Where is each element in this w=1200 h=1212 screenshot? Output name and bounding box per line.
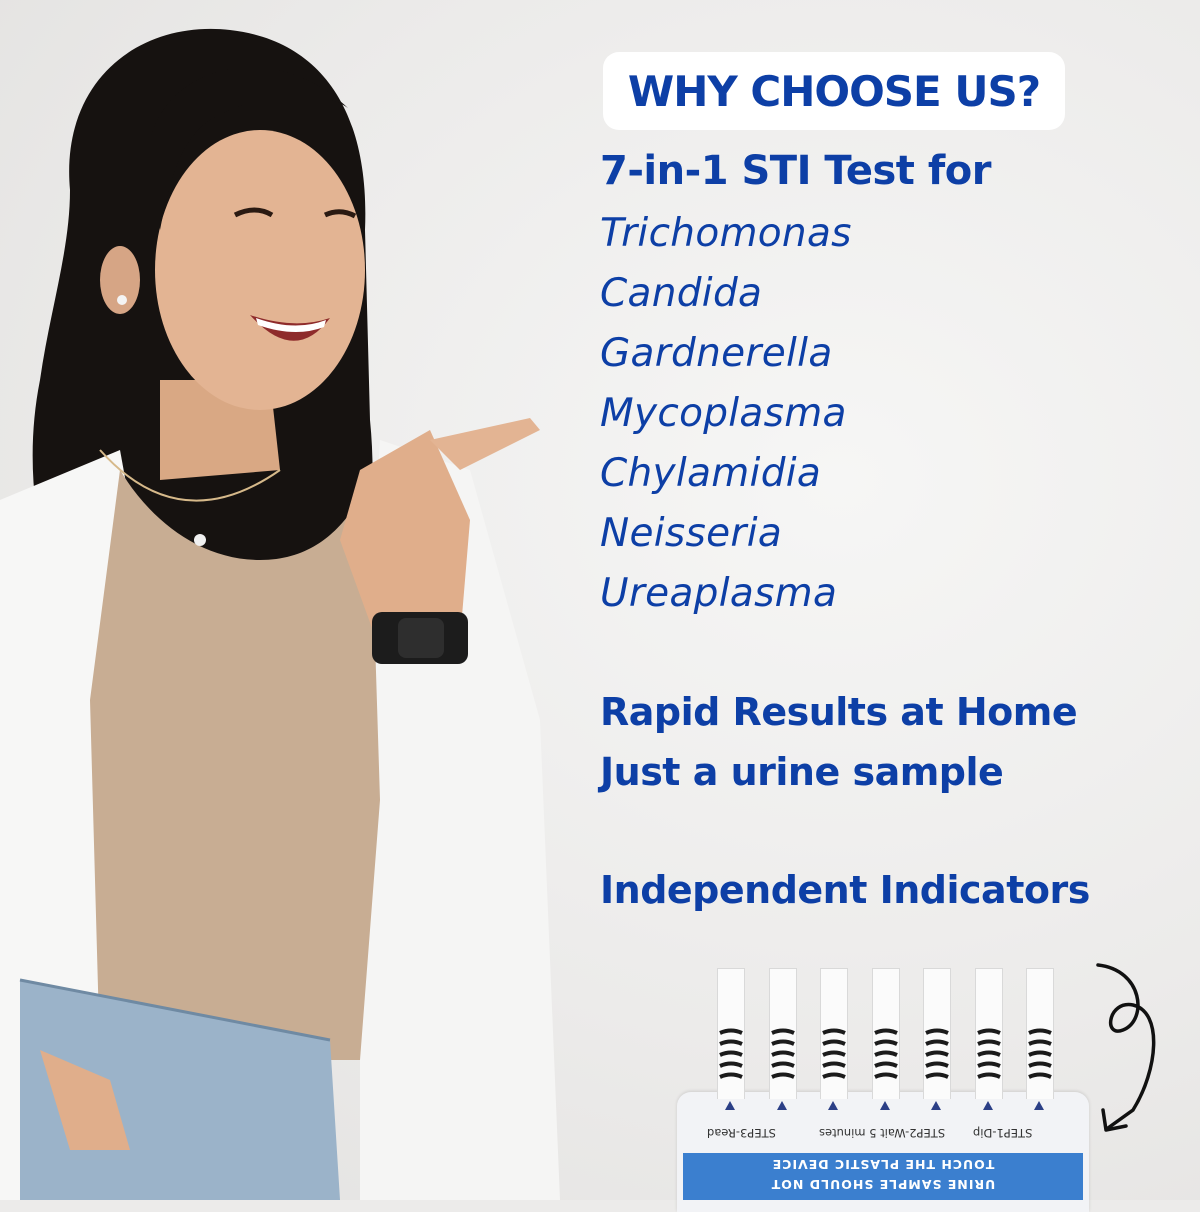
- list-item: Neisseria: [600, 511, 783, 556]
- test-strip: [1026, 968, 1054, 1099]
- headline-pill: WHY CHOOSE US?: [603, 52, 1065, 130]
- feature-urine-sample: Just a urine sample: [600, 750, 1004, 794]
- step1-label: STEP1-Dip: [973, 1126, 1033, 1140]
- organism-list: Trichomonas Candida Gardnerella Mycoplas…: [600, 208, 852, 628]
- strip-arrow-icon: [982, 1101, 993, 1110]
- strip-arrow-icon: [931, 1101, 941, 1110]
- list-item: Ureaplasma: [600, 571, 838, 616]
- feature-rapid-results: Rapid Results at Home: [600, 690, 1078, 734]
- warning-line-2: URINE SAMPLE SHOULD NOT: [770, 1177, 996, 1192]
- step2-label: STEP2-Wait 5 minutes: [819, 1126, 946, 1140]
- list-item: Chylamidia: [600, 451, 822, 496]
- test-strip: [974, 968, 1003, 1099]
- strip-arrow-icon: [879, 1101, 890, 1110]
- list-item: Candida: [600, 271, 763, 316]
- test-strip: [871, 968, 900, 1099]
- test-strip: [768, 968, 797, 1099]
- woman-photo: [0, 28, 560, 1200]
- strip-arrow-icon: [828, 1101, 838, 1110]
- curly-arrow-icon: [1096, 963, 1156, 1132]
- step3-label: STEP3-Read: [707, 1126, 776, 1140]
- list-item: Mycoplasma: [600, 391, 847, 436]
- subhead: 7-in-1 STI Test for: [600, 148, 991, 194]
- strip-arrow-icon: [776, 1101, 787, 1110]
- list-item: Gardnerella: [600, 331, 833, 376]
- strip-arrow-icon: [1034, 1101, 1044, 1110]
- warning-band: TOUCH THE PLASTIC DEVICE URINE SAMPLE SH…: [683, 1153, 1083, 1200]
- list-item: Trichomonas: [600, 211, 852, 256]
- feature-independent-indicators: Independent Indicators: [600, 868, 1090, 912]
- test-strip: [717, 968, 745, 1099]
- test-device: STEP3-Read STEP2-Wait 5 minutes STEP1-Di…: [677, 968, 1089, 1212]
- test-strip: [923, 968, 951, 1099]
- warning-line-1: TOUCH THE PLASTIC DEVICE: [771, 1157, 995, 1172]
- headline: WHY CHOOSE US?: [627, 66, 1041, 116]
- strip-arrow-icon: [725, 1101, 735, 1110]
- test-strip: [820, 968, 848, 1099]
